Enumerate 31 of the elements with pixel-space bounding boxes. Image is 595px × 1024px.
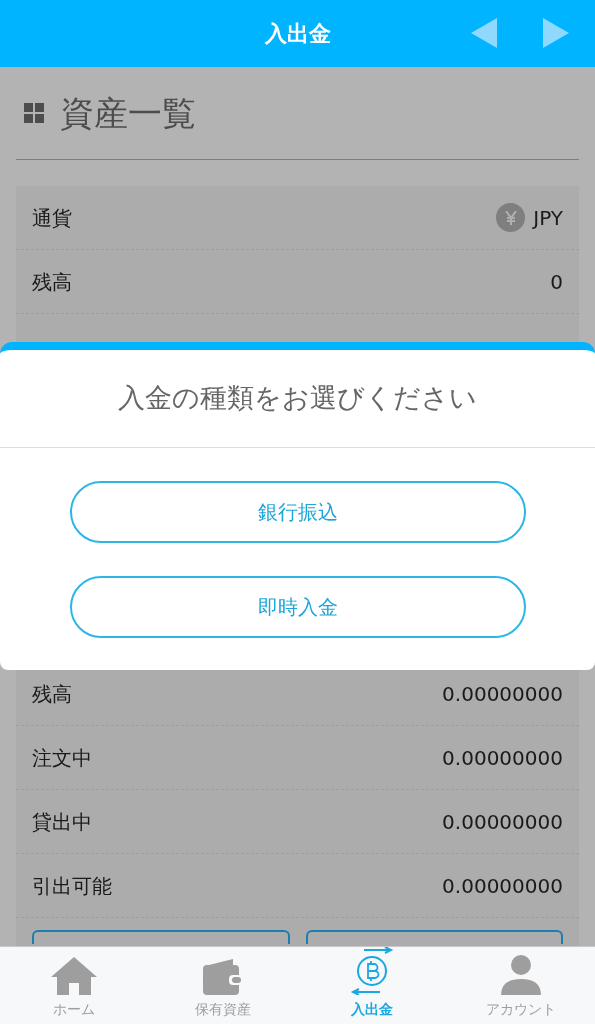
option-button[interactable]: 銀行振込 (69, 481, 526, 543)
row-value: 0.00000000 (442, 808, 563, 836)
action-button[interactable] (32, 930, 290, 944)
row-label: 残高 (32, 268, 72, 296)
grid-icon (24, 103, 44, 123)
person-icon (500, 955, 541, 995)
nav-tab[interactable]: 保有資産 (148, 947, 298, 1024)
row-value: JPY (533, 204, 563, 232)
nav-tab[interactable]: 入出金 (297, 947, 447, 1024)
row-value: 0.00000000 (442, 680, 563, 708)
row-label: 注文中 (32, 744, 92, 772)
dialog-title: 入金の種類をお選びください (118, 381, 477, 416)
row-label: 残高 (32, 680, 72, 708)
row-value: 0.00000000 (442, 744, 563, 772)
row-value: 0.00000000 (442, 872, 563, 900)
row-label: 貸出中 (32, 808, 92, 836)
action-button[interactable] (305, 930, 563, 944)
next-icon[interactable] (543, 18, 569, 48)
header-title: 入出金 (264, 20, 331, 48)
nav-tab[interactable]: アカウント (446, 947, 595, 1024)
row-label: 引出可能 (32, 872, 112, 900)
yen-icon (496, 203, 526, 232)
row-value: 0 (550, 268, 563, 296)
wallet-icon (203, 959, 244, 995)
section-title: 資産一覧 (60, 91, 196, 135)
nav-tab[interactable]: ホーム (0, 947, 149, 1024)
row-label: 通貨 (32, 204, 72, 232)
option-button[interactable]: 即時入金 (69, 576, 526, 638)
previous-icon[interactable] (471, 18, 497, 48)
home-icon (51, 957, 98, 995)
bitcoin-exchange-icon (349, 947, 394, 995)
